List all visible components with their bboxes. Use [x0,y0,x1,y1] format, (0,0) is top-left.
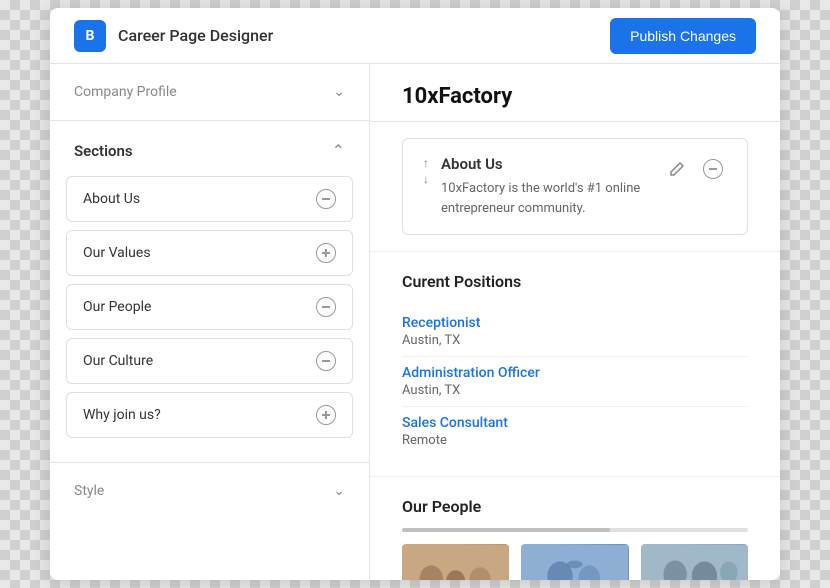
position-item-receptionist: Receptionist Austin, TX [402,307,748,357]
section-item-label: Why join us? [83,407,161,423]
company-profile-label: Company Profile [74,84,177,100]
about-us-preview-card: ↑ ↓ About Us 10xFactory is the world's #… [370,122,780,252]
section-item-about-us[interactable]: About Us [66,176,353,222]
sections-collapse-icon[interactable]: ⌃ [332,141,345,160]
team-photo-2 [521,544,628,580]
section-item-our-culture[interactable]: Our Culture [66,338,353,384]
publish-button[interactable]: Publish Changes [610,18,756,54]
our-people-section: Our People [370,477,780,580]
position-title: Sales Consultant [402,415,748,431]
people-progress-bar-bg [402,528,748,532]
section-item-label: Our Culture [83,353,153,369]
header: B Career Page Designer Publish Changes [50,8,780,64]
position-item-sales-consultant: Sales Consultant Remote [402,407,748,456]
section-item-label: Our Values [83,245,151,261]
section-item-label: Our People [83,299,151,315]
section-item-our-people[interactable]: Our People [66,284,353,330]
people-images [402,544,748,580]
section-item-why-join-us[interactable]: Why join us? [66,392,353,438]
add-section-icon[interactable] [316,405,336,425]
position-item-admin-officer: Administration Officer Austin, TX [402,357,748,407]
about-us-actions [663,155,727,183]
position-location: Remote [402,433,748,448]
logo-icon: B [74,20,106,52]
remove-section-icon[interactable] [316,297,336,317]
about-us-card-inner: ↑ ↓ About Us 10xFactory is the world's #… [402,138,748,235]
people-image-3 [641,544,748,580]
positions-section: Curent Positions Receptionist Austin, TX… [370,252,780,477]
people-progress-bar-fill [402,528,610,532]
position-title: Receptionist [402,315,748,331]
remove-section-icon[interactable] [316,189,336,209]
company-profile-section[interactable]: Company Profile ⌄ [50,64,369,121]
team-photo-3 [641,544,748,580]
about-us-description: 10xFactory is the world's #1 online entr… [441,179,651,218]
style-section[interactable]: Style ⌄ [50,462,369,519]
remove-section-icon[interactable] [316,351,336,371]
sections-header: Sections ⌃ [50,121,369,176]
team-photo-1 [402,544,509,580]
sections-title: Sections [74,142,133,160]
section-items-list: About Us Our Values Our People Our Cultu… [50,176,369,438]
minus-circle-icon [703,159,723,179]
style-label: Style [74,483,104,499]
app-container: B Career Page Designer Publish Changes C… [50,8,780,580]
add-section-icon[interactable] [316,243,336,263]
sort-arrows: ↑ ↓ [423,157,429,185]
move-down-icon[interactable]: ↓ [423,173,429,185]
header-left: B Career Page Designer [74,20,273,52]
people-image-2 [521,544,628,580]
remove-section-button[interactable] [699,155,727,183]
position-title: Administration Officer [402,365,748,381]
app-title: Career Page Designer [118,26,273,45]
section-item-our-values[interactable]: Our Values [66,230,353,276]
our-people-heading: Our People [402,497,748,516]
preview-company-name: 10xFactory [370,64,780,122]
position-location: Austin, TX [402,383,748,398]
sidebar: Company Profile ⌄ Sections ⌃ About Us Ou… [50,64,370,580]
edit-section-button[interactable] [663,155,691,183]
section-item-label: About Us [83,191,140,207]
about-us-section-title: About Us [441,155,651,173]
about-us-content: About Us 10xFactory is the world's #1 on… [441,155,651,218]
position-location: Austin, TX [402,333,748,348]
main-content: Company Profile ⌄ Sections ⌃ About Us Ou… [50,64,780,580]
positions-heading: Curent Positions [402,272,748,291]
preview-panel: 10xFactory ↑ ↓ About Us 10xFactory is th… [370,64,780,580]
people-image-1 [402,544,509,580]
chevron-down-icon: ⌄ [333,483,345,499]
chevron-down-icon: ⌄ [333,84,345,100]
move-up-icon[interactable]: ↑ [423,157,429,169]
